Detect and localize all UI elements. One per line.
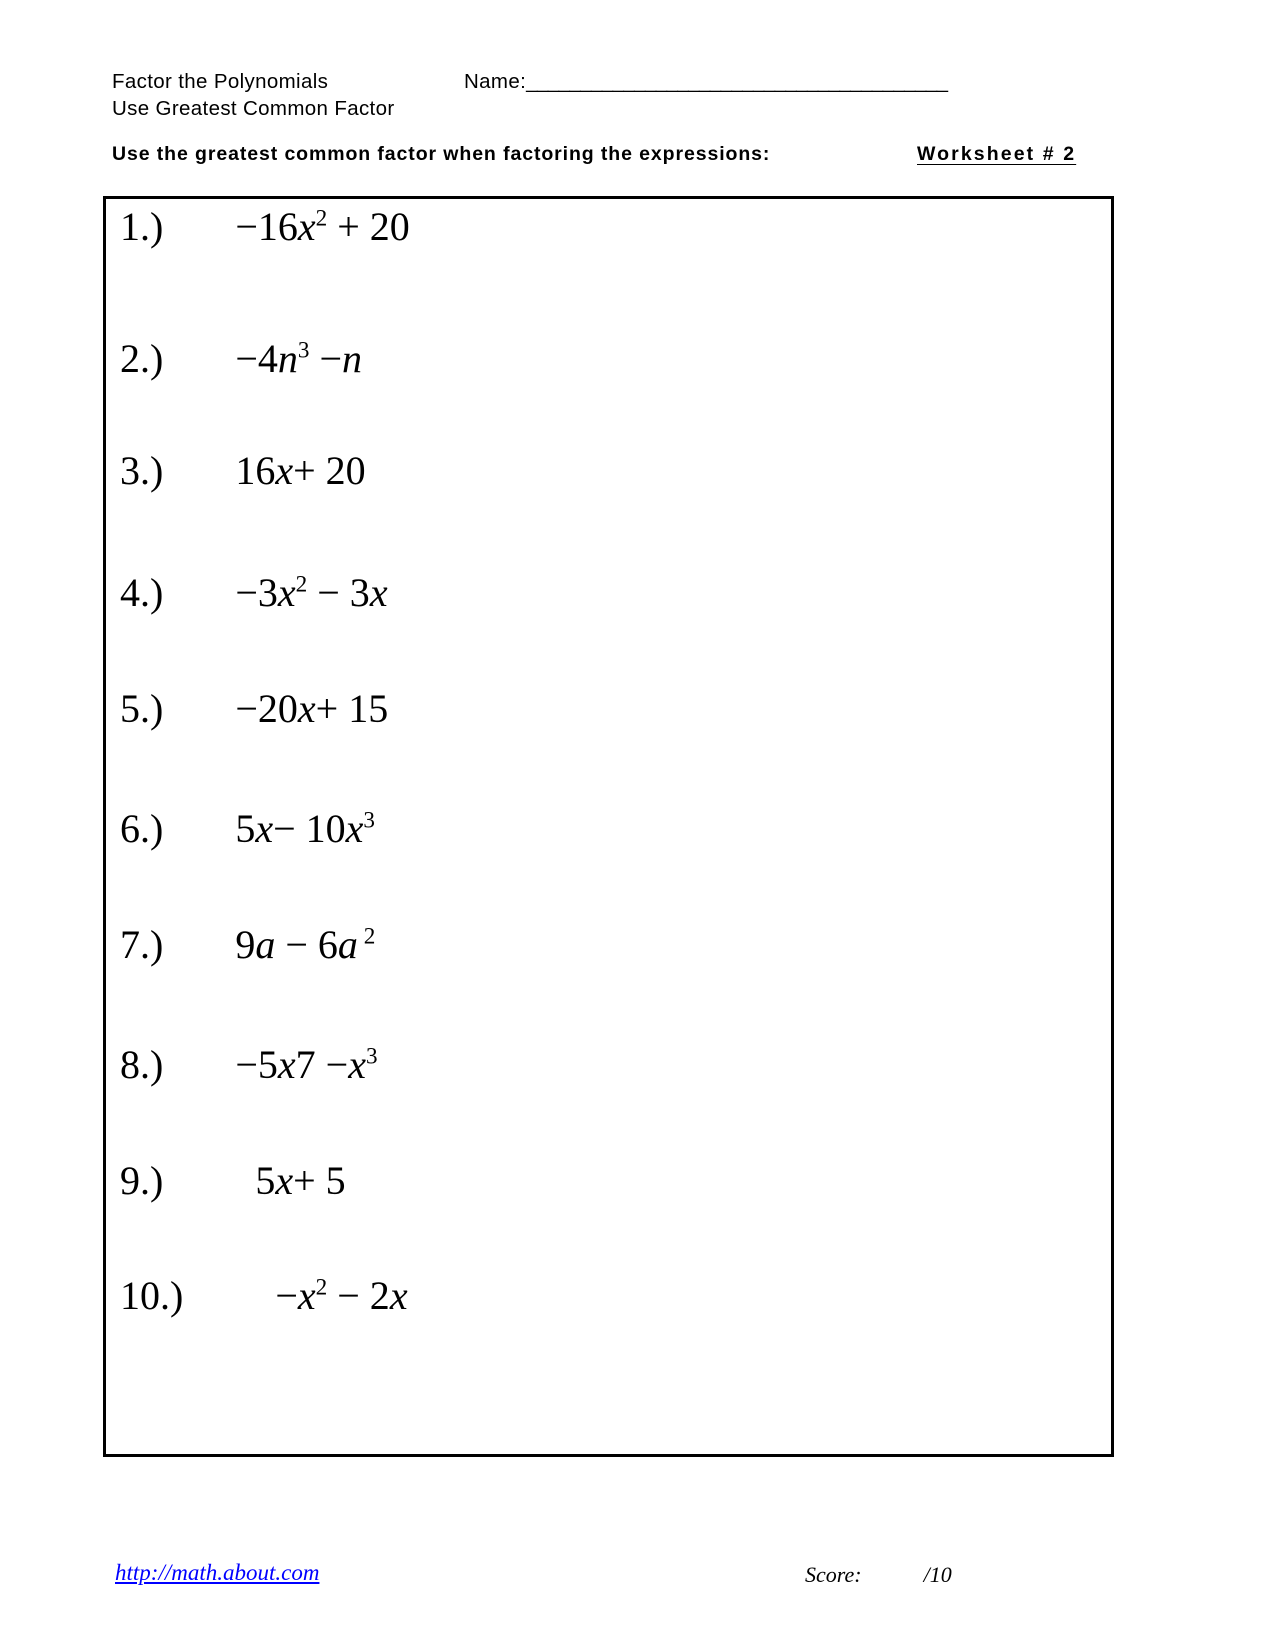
source-link[interactable]: http://math.about.com [115, 1560, 319, 1586]
problem-number: 9.) [120, 1158, 164, 1203]
problem-expression: −20x+ 15 [235, 686, 389, 731]
problem-expression: −x2 − 2x [275, 1273, 408, 1318]
problem-row: 8.) −5x7 −x3 [120, 1043, 378, 1087]
score-label: Score: [805, 1562, 862, 1587]
problem-row: 5.) −20x+ 15 [120, 687, 388, 731]
problem-expression: −5x7 −x3 [235, 1042, 378, 1087]
problem-row: 6.) 5x− 10x3 [120, 807, 375, 851]
problem-expression: 5x+ 5 [255, 1158, 346, 1203]
problem-number: 8.) [120, 1042, 164, 1087]
problem-number: 6.) [120, 806, 164, 851]
score-total: /10 [923, 1562, 952, 1587]
problem-list: 1.) −16x2 + 20 2.) −4n3 −n 3.) 16x+ 20 4.) −3x2… [106, 199, 1111, 1454]
name-label: Name: [464, 70, 527, 93]
problem-expression: −3x2 − 3x [235, 570, 388, 615]
worksheet-header: Factor the Polynomials Use Greatest Comm… [112, 68, 1162, 122]
problem-expression: 5x− 10x3 [235, 806, 376, 851]
problem-row: 2.) −4n3 −n [120, 337, 362, 381]
problem-expression: 16x+ 20 [235, 448, 366, 493]
problem-row: 10.) −x2 − 2x [120, 1274, 408, 1318]
score-block: Score: /10 [805, 1562, 952, 1588]
instruction-text: Use the greatest common factor when fact… [112, 143, 771, 165]
problem-number: 10.) [120, 1273, 184, 1318]
problem-number: 2.) [120, 336, 164, 381]
problem-row: 9.) 5x+ 5 [120, 1159, 346, 1203]
problem-number: 4.) [120, 570, 164, 615]
worksheet-number-label: Worksheet # 2 [917, 143, 1077, 165]
problem-row: 4.) −3x2 − 3x [120, 571, 388, 615]
problem-number: 1.) [120, 204, 164, 249]
problem-row: 7.) 9a − 6a 2 [120, 923, 375, 967]
worksheet-footer: http://math.about.com Score: /10 [115, 1560, 1115, 1600]
problem-expression: −4n3 −n [235, 336, 363, 381]
header-row: Factor the Polynomials Use Greatest Comm… [112, 68, 1162, 122]
worksheet-page: Factor the Polynomials Use Greatest Comm… [0, 0, 1275, 1650]
problem-expression: −16x2 + 20 [235, 204, 410, 249]
page-title-line-1: Factor the Polynomials [112, 70, 329, 93]
problem-number: 7.) [120, 922, 164, 967]
problem-row: 1.) −16x2 + 20 [120, 205, 410, 249]
instruction-row: Use the greatest common factor when fact… [112, 143, 1172, 166]
problem-number: 5.) [120, 686, 164, 731]
name-field-group[interactable]: Name: ___________________________________… [464, 68, 948, 95]
problem-number: 3.) [120, 448, 164, 493]
worksheet-title-block: Factor the Polynomials Use Greatest Comm… [112, 68, 464, 122]
name-blank-line[interactable]: _______________________________________ [526, 68, 948, 95]
page-title-line-2: Use Greatest Common Factor [112, 97, 395, 120]
problem-expression: 9a − 6a 2 [235, 922, 376, 967]
problem-row: 3.) 16x+ 20 [120, 449, 366, 493]
problem-box: 1.) −16x2 + 20 2.) −4n3 −n 3.) 16x+ 20 4.) −3x2… [103, 196, 1114, 1457]
